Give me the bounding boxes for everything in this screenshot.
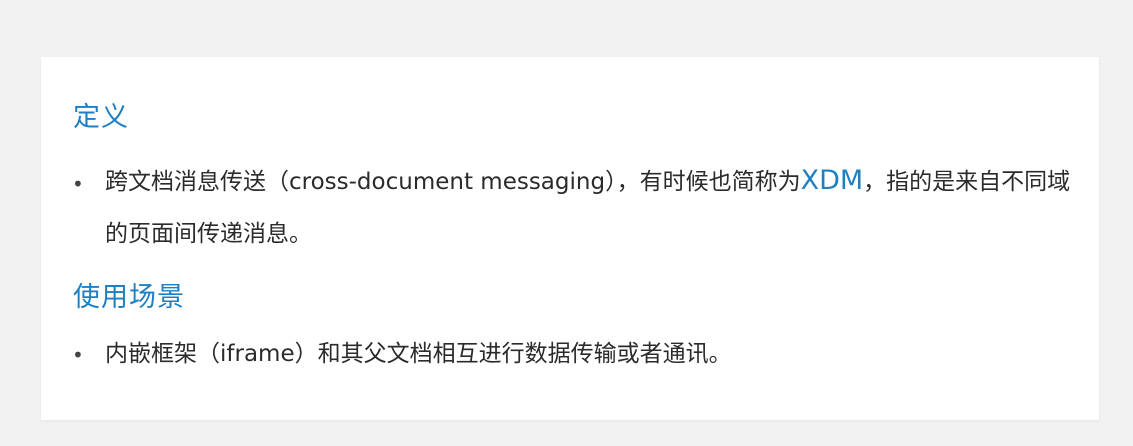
xdm-highlight: XDM [800,165,864,196]
bullet-icon: • [72,343,84,367]
definition-paragraph: 跨文档消息传送（cross-document messaging），有时候也简称… [105,155,1085,260]
definition-heading: 定义 [73,102,129,133]
slide-card: 定义 • 跨文档消息传送（cross-document messaging），有… [41,57,1099,420]
definition-text-before: 跨文档消息传送（cross-document messaging），有时候也简称… [105,169,801,195]
usage-paragraph: 内嵌框架（iframe）和其父文档相互进行数据传输或者通讯。 [105,341,732,367]
usage-heading: 使用场景 [73,282,185,313]
bullet-icon: • [72,172,84,196]
